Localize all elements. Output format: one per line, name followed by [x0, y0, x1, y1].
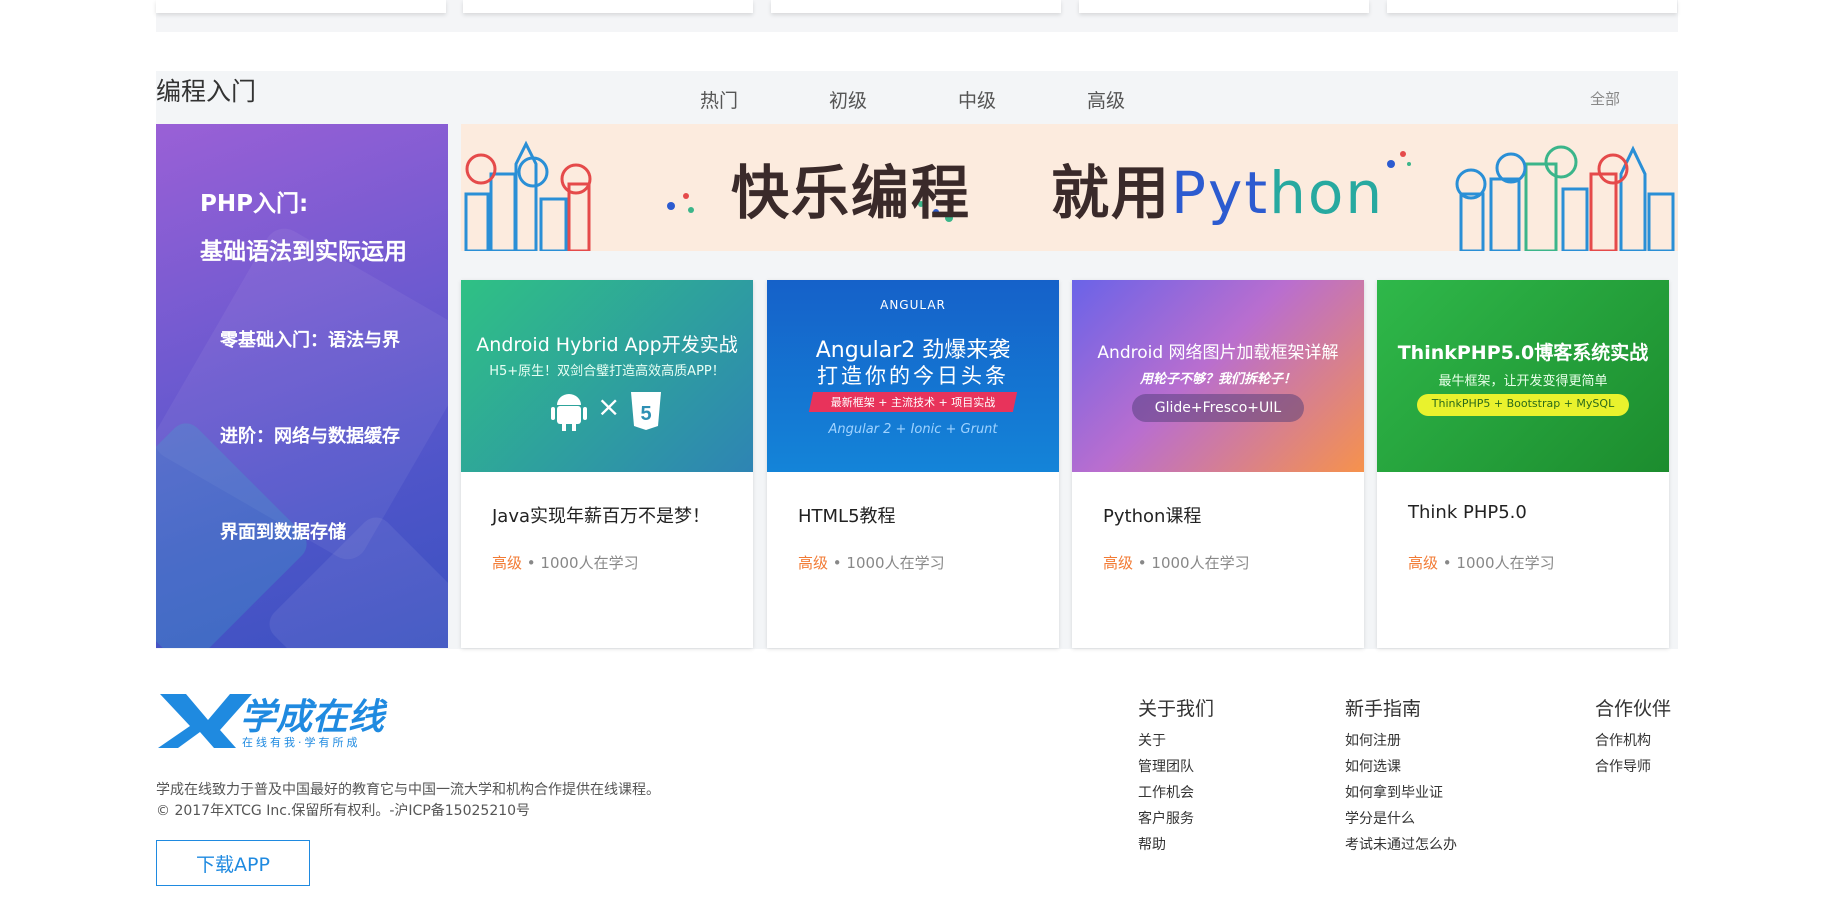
tab-intermediate[interactable]: 中级 — [958, 86, 996, 113]
footer-link-jobs[interactable]: 工作机会 — [1138, 782, 1194, 802]
footer-link-credits[interactable]: 学分是什么 — [1345, 808, 1415, 828]
course-meta: 高级 • 1000人在学习 — [1408, 554, 1555, 572]
promo-panel[interactable]: PHP入门: 基础语法到实际运用 零基础入门：语法与界 进阶：网络与数据缓存 界… — [156, 124, 448, 648]
footer-link-about[interactable]: 关于 — [1138, 730, 1166, 750]
course-cover: ANGULAR Angular2 劲爆来袭 打造你的今日头条 最新框架 + 主流… — [767, 280, 1059, 472]
logo-slogan: 在线有我·学有所成 — [242, 736, 361, 749]
course-card[interactable]: Android Hybrid App开发实战 H5+原生！双剑合璧打造高效高质A… — [461, 280, 753, 648]
footer-column-about-title: 关于我们 — [1138, 698, 1215, 720]
promo-item-network[interactable]: 进阶：网络与数据缓存 — [220, 422, 400, 448]
course-title: Python课程 — [1103, 506, 1202, 527]
python-banner[interactable]: 快乐编程 就用Python — [461, 124, 1678, 251]
course-card[interactable]: ANGULAR Angular2 劲爆来袭 打造你的今日头条 最新框架 + 主流… — [767, 280, 1059, 648]
svg-text:5: 5 — [640, 403, 651, 425]
tab-advanced[interactable]: 高级 — [1087, 86, 1125, 113]
footer-copyright: © 2017年XTCG Inc.保留所有权利。-沪ICP备15025210号 — [156, 803, 531, 819]
section-title: 编程入门 — [156, 77, 257, 106]
course-meta: 高级 • 1000人在学习 — [492, 554, 639, 572]
angular-badge: ANGULAR — [880, 298, 946, 312]
course-card[interactable]: ThinkPHP5.0博客系统实战 最牛框架，让开发变得更简单 ThinkPHP… — [1377, 280, 1669, 648]
logo-text: 学成在线 — [240, 697, 385, 738]
previous-course-card[interactable] — [156, 0, 446, 13]
banner-slogan: 快乐编程 就用Python — [731, 159, 1385, 227]
footer-about-text: 学成在线致力于普及中国最好的教育它与中国一流大学和机构合作提供在线课程。 — [156, 782, 660, 798]
footer-link-mentors[interactable]: 合作导师 — [1595, 756, 1651, 776]
download-app-button[interactable]: 下载APP — [156, 840, 310, 886]
course-meta: 高级 • 1000人在学习 — [1103, 554, 1250, 572]
footer-link-register[interactable]: 如何注册 — [1345, 730, 1401, 750]
course-cover: Android 网络图片加载框架详解 用轮子不够？我们拆轮子！ Glide+Fr… — [1072, 280, 1364, 472]
promo-title: PHP入门: — [200, 191, 309, 217]
view-all-link[interactable]: 全部 — [1590, 88, 1620, 109]
course-meta: 高级 • 1000人在学习 — [798, 554, 945, 572]
footer-link-institutions[interactable]: 合作机构 — [1595, 730, 1651, 750]
course-title: Java实现年薪百万不是梦！ — [492, 506, 711, 527]
course-cover: Android Hybrid App开发实战 H5+原生！双剑合璧打造高效高质A… — [461, 280, 753, 472]
footer-link-exam-failed[interactable]: 考试未通过怎么办 — [1345, 834, 1457, 854]
promo-item-basics[interactable]: 零基础入门：语法与界 — [220, 326, 400, 352]
footer-link-help[interactable]: 帮助 — [1138, 834, 1166, 854]
course-cover: ThinkPHP5.0博客系统实战 最牛框架，让开发变得更简单 ThinkPHP… — [1377, 280, 1669, 472]
tab-beginner[interactable]: 初级 — [829, 86, 867, 113]
footer-column-partners-title: 合作伙伴 — [1595, 698, 1672, 720]
previous-course-card[interactable] — [463, 0, 753, 13]
android-icon — [551, 392, 587, 432]
footer-link-certificate[interactable]: 如何拿到毕业证 — [1345, 782, 1443, 802]
html5-icon: 5 — [629, 390, 663, 432]
site-logo[interactable]: 学成在线 在线有我·学有所成 — [156, 690, 416, 750]
footer-link-service[interactable]: 客户服务 — [1138, 808, 1194, 828]
previous-course-card[interactable] — [1079, 0, 1369, 13]
footer-link-team[interactable]: 管理团队 — [1138, 756, 1194, 776]
promo-item-storage[interactable]: 界面到数据存储 — [220, 518, 346, 544]
course-card[interactable]: Android 网络图片加载框架详解 用轮子不够？我们拆轮子！ Glide+Fr… — [1072, 280, 1364, 648]
footer-column-guide-title: 新手指南 — [1345, 698, 1422, 720]
previous-course-card[interactable] — [1387, 0, 1677, 13]
course-title: Think PHP5.0 — [1408, 502, 1527, 523]
footer-description: 学成在线致力于普及中国最好的教育它与中国一流大学和机构合作提供在线课程。 © 2… — [156, 780, 660, 822]
tab-hot[interactable]: 热门 — [700, 86, 738, 113]
previous-course-card[interactable] — [771, 0, 1061, 13]
promo-subtitle: 基础语法到实际运用 — [200, 239, 407, 265]
footer-link-choose-course[interactable]: 如何选课 — [1345, 756, 1401, 776]
course-title: HTML5教程 — [798, 506, 896, 527]
